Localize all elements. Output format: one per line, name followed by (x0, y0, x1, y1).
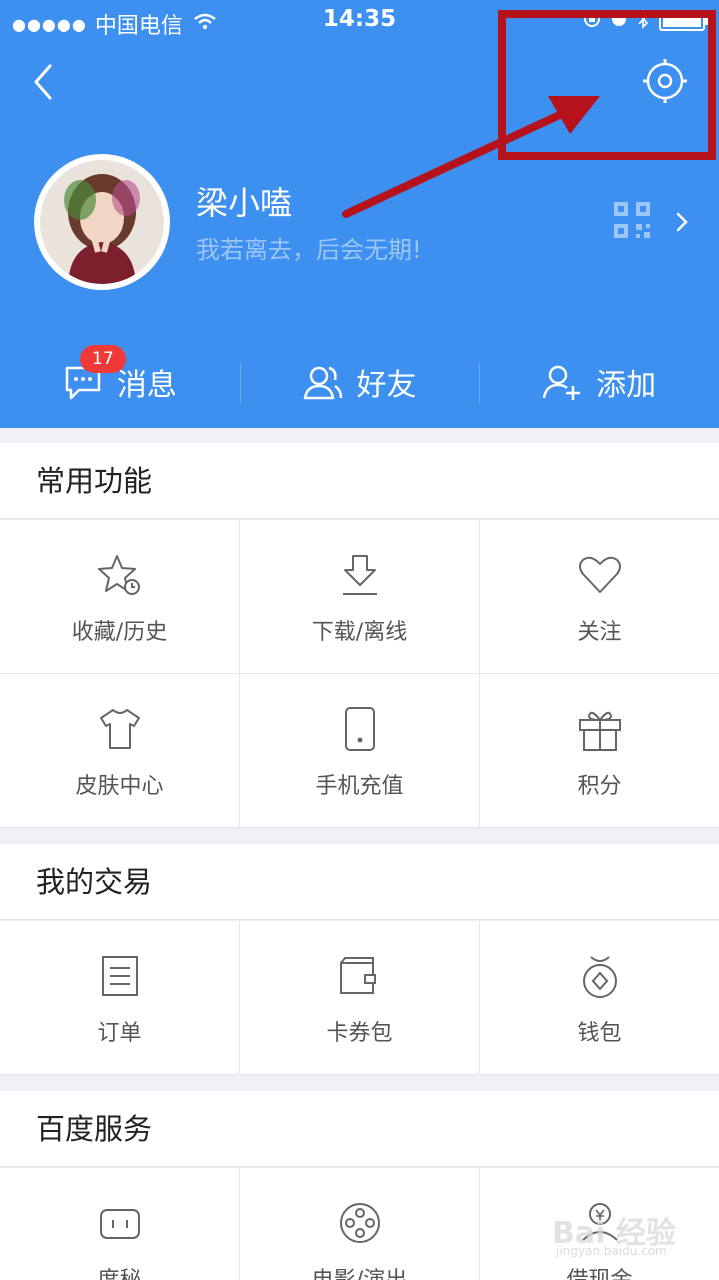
orders-label: 订单 (97, 1021, 142, 1046)
friends-icon (303, 366, 342, 399)
money-bag-icon (582, 956, 617, 998)
orders-button[interactable]: 订单 (0, 921, 240, 1075)
watermark: Bai 经验 jingyan.baidu.com (548, 1196, 698, 1266)
username: 梁小嗑 (196, 184, 293, 222)
common-functions-grid: 收藏/历史 下载/离线 关注 皮肤中心 手机充值 积分 (0, 520, 719, 828)
points-button[interactable]: 积分 (480, 674, 719, 828)
points-label: 积分 (577, 774, 622, 799)
movie-show-button[interactable]: 电影/演出 (240, 1168, 480, 1280)
qr-code-icon (614, 202, 650, 238)
section-title-trade: 我的交易 (0, 844, 719, 920)
favorites-history-label: 收藏/历史 (71, 620, 168, 645)
download-icon (342, 555, 377, 595)
download-offline-button[interactable]: 下载/离线 (240, 520, 480, 674)
add-user-icon (542, 365, 581, 400)
skin-center-label: 皮肤中心 (75, 774, 164, 799)
unread-badge: 17 (80, 345, 126, 373)
avatar[interactable] (34, 154, 170, 290)
trade-grid: 订单 卡券包 钱包 (0, 921, 719, 1075)
document-icon (101, 956, 138, 996)
skin-center-button[interactable]: 皮肤中心 (0, 674, 240, 828)
tshirt-icon (99, 709, 140, 749)
favorites-history-button[interactable]: 收藏/历史 (0, 520, 240, 674)
follow-button[interactable]: 关注 (480, 520, 719, 674)
gift-icon (578, 711, 621, 751)
back-button[interactable] (28, 60, 64, 104)
tab-add-label: 添加 (596, 367, 657, 403)
heart-icon (578, 556, 621, 593)
tab-add[interactable]: 添加 (479, 335, 719, 428)
phone-recharge-button[interactable]: 手机充值 (240, 674, 480, 828)
robot-icon (99, 1209, 140, 1239)
download-offline-label: 下载/离线 (311, 620, 408, 645)
tab-friends-label: 好友 (356, 367, 417, 403)
watermark-url: jingyan.baidu.com (556, 1244, 667, 1258)
wallet-label: 钱包 (577, 1021, 622, 1046)
follow-label: 关注 (577, 620, 622, 645)
section-title-common: 常用功能 (0, 443, 719, 519)
wallet-icon (339, 957, 376, 994)
tab-messages-label: 消息 (116, 367, 177, 403)
qr-code-button[interactable] (612, 200, 652, 240)
film-reel-icon (339, 1203, 380, 1243)
chevron-right-icon (676, 212, 688, 232)
dumi-button[interactable]: 度秘 (0, 1168, 240, 1280)
tab-friends[interactable]: 好友 (239, 335, 480, 428)
avatar-photo (40, 160, 164, 284)
wallet-button[interactable]: 钱包 (480, 921, 719, 1075)
phone-recharge-label: 手机充值 (315, 774, 404, 799)
social-tabs: 消息 17 好友 添加 (0, 335, 719, 428)
profile-header: ●●●●● 中国电信 14:35 梁小嗑 我若离去，后会无期! 消息 17 好友… (0, 0, 719, 428)
coupons-label: 卡券包 (326, 1021, 393, 1046)
phone-icon (344, 707, 375, 751)
dumi-label: 度秘 (97, 1262, 141, 1280)
tab-messages[interactable]: 消息 17 (0, 335, 240, 428)
chevron-left-icon (34, 64, 52, 100)
highlight-box (498, 10, 716, 160)
signature: 我若离去，后会无期! (196, 236, 422, 264)
coupons-button[interactable]: 卡券包 (240, 921, 480, 1075)
profile-chevron-button[interactable] (672, 208, 692, 236)
star-clock-icon (97, 555, 140, 595)
movie-show-label: 电影/演出 (312, 1262, 407, 1280)
section-title-services: 百度服务 (0, 1091, 719, 1167)
